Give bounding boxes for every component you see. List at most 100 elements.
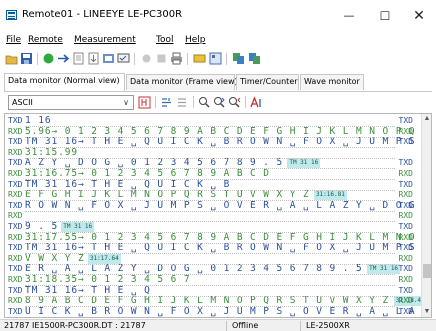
menu-tool[interactable]: Tool [156, 35, 173, 45]
tab-frame-view[interactable]: Data monitor (Frame view) [126, 74, 238, 90]
split-icon[interactable] [160, 96, 173, 109]
status-file: 21787 IE1500R-PC300R.DT : 21787 [4, 321, 146, 330]
monitor-line: RXD 8 9 A B C D E F G H I J K L M N O P Q… [5, 295, 431, 308]
copy-icon[interactable] [209, 52, 222, 65]
search-icon[interactable] [198, 96, 211, 109]
monitor-line: RXD 31:16.75→ 0 1 2 3 4 5 6 7 8 9 A B C D… [5, 168, 431, 180]
direction-label: RXD [8, 126, 23, 136]
direction-label: TXD [8, 285, 23, 295]
tab-timer-counter[interactable]: Timer/Counter [236, 74, 299, 90]
monitor-icon[interactable] [117, 52, 130, 65]
direction-label: RXD [8, 190, 23, 200]
direction-label-right: RXD [398, 169, 413, 178]
record-icon[interactable] [140, 52, 153, 65]
menu-remote[interactable]: Remote [28, 35, 63, 45]
print-icon[interactable] [170, 52, 183, 65]
direction-label: RXD [8, 147, 23, 157]
direction-label: TXD [8, 243, 23, 253]
title-bar: Remote01 - LINEEYE LE-PC300R — ☐ ✕ [0, 0, 436, 32]
capture-icon[interactable] [72, 52, 85, 65]
monitor-line: RXD 5.96→ 0 1 2 3 4 5 6 7 8 9 A B C D E F… [5, 126, 431, 138]
status-device: LE-2500XR [306, 321, 350, 330]
save-icon[interactable] [20, 52, 33, 65]
tile-icon[interactable] [248, 52, 261, 65]
direction-label-right: TXD [398, 306, 413, 316]
line-guide [25, 157, 395, 159]
line-guide [25, 285, 395, 286]
scroll-down-icon[interactable]: ▼ [422, 307, 431, 317]
scroll-thumb[interactable] [423, 264, 431, 278]
scroll-up-icon[interactable]: ▲ [422, 114, 431, 124]
monitor-line: RXD 31:18.35→ 0 1 2 3 4 5 6 7 RXD [5, 274, 431, 286]
direction-label: TXD [8, 306, 23, 316]
tab-normal-view[interactable]: Data monitor (Normal view) [4, 73, 125, 91]
monitor-line: TXD U I C K ␣ B R O W N ␣ F O X ␣ J U M P… [5, 306, 431, 317]
font-size-icon[interactable] [250, 96, 263, 109]
menu-help[interactable]: Help [185, 35, 206, 45]
window-title: Remote01 - LINEEYE LE-PC300R [22, 9, 183, 20]
line-guide [25, 242, 395, 244]
monitor-line: RXD RXD [5, 210, 431, 223]
direction-label-right: TXD [398, 285, 413, 295]
monitor-line: RXD 31:15.99 [5, 147, 431, 159]
search-prev-icon[interactable] [228, 96, 241, 109]
encoding-value: ASCII [12, 98, 33, 107]
hex-icon[interactable] [138, 96, 151, 109]
connect-icon[interactable] [42, 52, 55, 65]
direction-label: RXD [8, 169, 23, 178]
direction-label-right: TXD [398, 243, 413, 253]
line-guide [25, 210, 395, 212]
timestamp-marker: 31:17.64 [87, 253, 121, 264]
direction-label: TXD [8, 179, 23, 189]
line-guide [25, 147, 395, 149]
tab-wave-monitor[interactable]: Wave monitor [300, 74, 364, 90]
menu-measurement[interactable]: Measurement [74, 35, 136, 45]
monitor-line: TXD A Z Y ␣ D O G ␣ 0 1 2 3 4 5 6 7 8 9 .… [5, 157, 431, 170]
chevron-down-icon: ∨ [123, 98, 129, 107]
layout-icon[interactable] [193, 52, 206, 65]
line-guide [25, 263, 395, 265]
menu-file[interactable]: File [6, 35, 21, 45]
direction-label: TXD [8, 137, 23, 147]
monitor-line: TXD TM 31 16→ T H E ␣ Q TXD [5, 285, 431, 297]
timestamp-marker: 31:16.81 [313, 190, 347, 201]
close-button[interactable]: ✕ [396, 0, 436, 32]
direction-label: TXD [8, 264, 23, 274]
line-guide [25, 274, 395, 276]
monitor-line: TXD E R ␣ A ␣ L A Z Y ␣ D O G ␣ 0 1 2 3 4… [5, 263, 431, 276]
status-bar: 21787 IE1500R-PC300R.DT : 21787 Offline … [0, 319, 436, 331]
monitor-line: TXD TM 31 16→ T H E ␣ Q U I C K ␣ B R O W… [5, 136, 431, 149]
direction-label: RXD [8, 232, 23, 242]
direction-label: RXD [8, 296, 23, 306]
line-guide [25, 179, 395, 180]
line-guide [25, 189, 395, 191]
line-guide [25, 295, 395, 297]
status-mode: Offline [232, 321, 259, 330]
direction-label-right: RXD [398, 211, 413, 221]
paste-icon[interactable] [232, 52, 245, 65]
direction-label-right: TXD [398, 116, 413, 125]
open-icon[interactable] [5, 52, 18, 65]
download-icon[interactable] [87, 52, 100, 65]
vertical-scrollbar[interactable]: ▲ ▼ [421, 114, 431, 317]
line-guide [25, 316, 395, 317]
encoding-select[interactable]: ASCII ∨ [8, 95, 134, 110]
app-icon [6, 10, 17, 20]
line-guide [25, 200, 395, 202]
run-icon[interactable] [57, 52, 70, 65]
direction-label: RXD [8, 253, 23, 263]
line-guide [25, 136, 395, 138]
search-next-icon[interactable] [213, 96, 226, 109]
monitor-line: TXD 9 . 5 TM 31 16 TXD [5, 221, 431, 233]
direction-label-right: RXD [398, 126, 413, 136]
merge-icon[interactable] [176, 96, 189, 109]
line-guide [25, 253, 395, 255]
line-guide [25, 232, 395, 233]
direction-label-right: TXD [398, 200, 413, 210]
stop-icon[interactable] [155, 52, 168, 65]
upload-icon[interactable] [102, 52, 115, 65]
direction-label-right: RXD [398, 275, 413, 284]
menu-bar: File Remote Measurement Tool Help [0, 32, 436, 48]
monitor-line: TXD 1 16 TXD [5, 115, 431, 127]
data-monitor[interactable]: TXD U I C K ␣ B R O W N ␣ F O X ␣ J U M P… [4, 113, 432, 318]
